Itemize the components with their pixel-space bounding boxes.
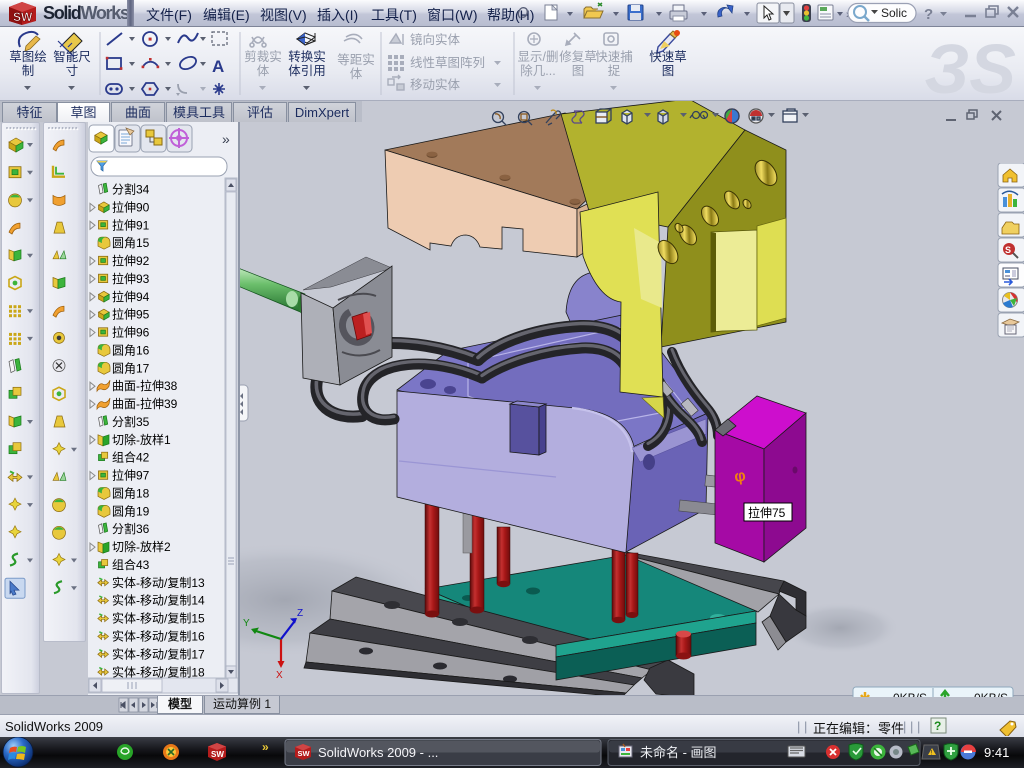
svg-text:修复草: 修复草 [559, 49, 597, 64]
svg-text:圆角18: 圆角18 [112, 487, 150, 501]
svg-text:圆角17: 圆角17 [112, 361, 150, 375]
svg-text:镜向实体: 镜向实体 [410, 32, 461, 47]
svg-text:实体-移动/复制18: 实体-移动/复制18 [112, 664, 205, 679]
svg-text:体: 体 [350, 67, 363, 81]
svg-text:拉伸97: 拉伸97 [112, 468, 150, 483]
svg-text:拉伸90: 拉伸90 [112, 199, 150, 214]
svg-text:拉伸92: 拉伸92 [112, 253, 150, 268]
svg-text:实体-移动/复制14: 实体-移动/复制14 [112, 593, 205, 608]
svg-text:寸: 寸 [66, 64, 79, 78]
svg-text:实体-移动/复制17: 实体-移动/复制17 [112, 646, 205, 661]
svg-text:SW: SW [211, 750, 224, 759]
svg-text:组合43: 组合43 [112, 557, 150, 572]
svg-text:未命名 - 画图: 未命名 - 画图 [640, 745, 717, 760]
svg-text:»: » [262, 740, 269, 754]
svg-text:制: 制 [22, 64, 35, 78]
svg-text:图: 图 [572, 64, 585, 78]
svg-text:拉伸95: 拉伸95 [112, 307, 150, 322]
svg-text:圆角15: 圆角15 [112, 236, 150, 250]
svg-text:剪裁实: 剪裁实 [244, 49, 282, 64]
svg-text:体: 体 [257, 64, 270, 78]
svg-text:»: » [222, 131, 230, 147]
svg-text:智能尺: 智能尺 [53, 49, 91, 64]
svg-text:图: 图 [662, 64, 675, 78]
svg-text:分割35: 分割35 [112, 414, 150, 429]
svg-text:快速草: 快速草 [649, 50, 687, 64]
svg-text:S: S [1005, 245, 1011, 255]
svg-text:0KB/S: 0KB/S [893, 691, 927, 697]
svg-text:捉: 捉 [608, 63, 621, 78]
svg-text:Solic: Solic [881, 6, 907, 20]
svg-text:圆角16: 圆角16 [112, 343, 150, 357]
svg-text:SW: SW [13, 10, 33, 24]
svg-text:?: ? [934, 719, 941, 733]
svg-text:体引用: 体引用 [288, 64, 326, 78]
svg-text:圆角19: 圆角19 [112, 504, 150, 518]
svg-text:快速捕: 快速捕 [595, 49, 633, 64]
svg-text:SW: SW [298, 749, 311, 758]
svg-text:除几...: 除几... [520, 63, 555, 78]
svg-text:草图绘: 草图绘 [9, 49, 47, 64]
svg-text:?: ? [924, 6, 933, 23]
svg-text:实体-移动/复制15: 实体-移动/复制15 [112, 611, 205, 626]
svg-text:拉伸93: 拉伸93 [112, 271, 150, 286]
svg-text:分割34: 分割34 [112, 182, 150, 197]
svg-text:拉伸94: 拉伸94 [112, 289, 150, 304]
svg-text:等距实: 等距实 [337, 52, 375, 67]
svg-text:移动实体: 移动实体 [410, 77, 461, 92]
svg-text:曲面-拉伸39: 曲面-拉伸39 [112, 396, 178, 411]
svg-text:线性草图阵列: 线性草图阵列 [410, 56, 485, 70]
svg-text:切除-放样2: 切除-放样2 [112, 539, 171, 554]
svg-text:实体-移动/复制16: 实体-移动/复制16 [112, 629, 205, 644]
svg-text:0KB/S: 0KB/S [974, 691, 1008, 697]
svg-text:9:41: 9:41 [984, 745, 1009, 760]
svg-text:拉伸96: 拉伸96 [112, 325, 150, 340]
svg-text:SolidWorks 2009 - ...: SolidWorks 2009 - ... [318, 745, 438, 760]
svg-text:A: A [212, 57, 224, 76]
svg-text:曲面-拉伸38: 曲面-拉伸38 [112, 378, 178, 393]
svg-text:实体-移动/复制13: 实体-移动/复制13 [112, 575, 205, 590]
svg-text:转换实: 转换实 [288, 49, 326, 64]
svg-text:拉伸91: 拉伸91 [112, 217, 150, 232]
svg-text:切除-放样1: 切除-放样1 [112, 432, 171, 447]
svg-text:显示/删: 显示/删 [518, 50, 559, 64]
svg-text:组合42: 组合42 [112, 450, 150, 465]
svg-text:分割36: 分割36 [112, 521, 150, 536]
